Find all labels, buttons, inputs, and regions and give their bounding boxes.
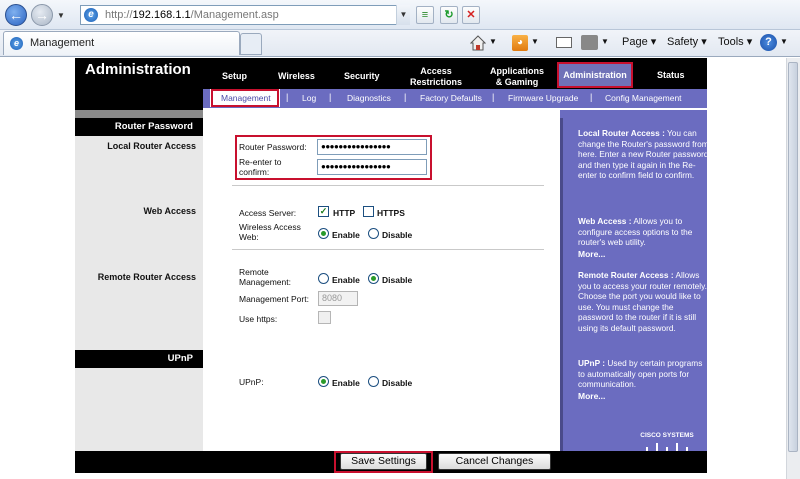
feeds-dropdown[interactable]: ▼	[531, 34, 539, 50]
label-local-router-access: Local Router Access	[107, 141, 196, 151]
forward-button[interactable]: →	[31, 4, 53, 26]
subnav-factory-defaults[interactable]: Factory Defaults	[420, 93, 482, 103]
nav-status[interactable]: Status	[657, 70, 685, 81]
enable-label: Enable	[332, 230, 360, 240]
nav-applications-gaming[interactable]: Applications & Gaming	[486, 66, 548, 88]
subnav-firmware-upgrade[interactable]: Firmware Upgrade	[508, 93, 578, 103]
help-dropdown[interactable]: ▼	[780, 34, 788, 50]
help-upnp: UPnP : Used by certain programs to autom…	[578, 358, 703, 390]
nav-wireless[interactable]: Wireless	[278, 71, 315, 82]
compatibility-icon[interactable]: ≡	[416, 6, 434, 24]
disable-label: Disable	[382, 275, 413, 285]
ie-page-icon: e	[84, 8, 98, 22]
use-https-label: Use https:	[239, 314, 278, 324]
upnp-enable-radio[interactable]	[318, 376, 329, 387]
new-tab-button[interactable]	[240, 33, 262, 55]
left-column	[75, 110, 203, 472]
page-menu[interactable]: Page ▾	[622, 34, 656, 50]
label-web-access: Web Access	[143, 206, 196, 216]
help-panel-cap	[560, 110, 707, 118]
enable-label: Enable	[332, 275, 360, 285]
reenter-password-input[interactable]: ●●●●●●●●●●●●●●●●	[317, 159, 427, 175]
recent-pages-dropdown[interactable]: ▼	[57, 11, 65, 20]
tools-menu[interactable]: Tools ▾	[718, 34, 752, 50]
remote-enable-radio[interactable]	[318, 273, 329, 284]
https-checkbox[interactable]	[363, 206, 374, 217]
subnav-separator: |	[286, 92, 289, 102]
scrollbar-thumb[interactable]	[788, 62, 798, 452]
subnav-separator: |	[590, 92, 593, 102]
section-divider	[232, 249, 544, 250]
back-button[interactable]: ←	[5, 4, 27, 26]
section-upnp: UPnP	[75, 350, 203, 368]
router-password-input[interactable]: ●●●●●●●●●●●●●●●●	[317, 139, 427, 155]
management-port-input[interactable]: 8080	[318, 291, 358, 306]
upnp-label: UPnP:	[239, 377, 264, 387]
refresh-icon[interactable]: ↻	[440, 6, 458, 24]
mail-icon[interactable]	[556, 37, 572, 48]
home-icon[interactable]	[470, 35, 486, 51]
wireless-web-enable-radio[interactable]	[318, 228, 329, 239]
address-host: 192.168.1.1	[132, 9, 191, 21]
left-column-cap	[75, 110, 203, 118]
help-remote-router-access: Remote Router Access : Allows you to acc…	[578, 270, 707, 333]
subnav-separator: |	[329, 92, 332, 102]
address-bar[interactable]: http://192.168.1.1/Management.asp	[80, 5, 410, 25]
nav-setup[interactable]: Setup	[222, 71, 247, 82]
subnav-management-highlight	[211, 89, 279, 107]
address-path: /Management.asp	[190, 9, 279, 21]
use-https-checkbox[interactable]	[318, 311, 331, 324]
cancel-changes-button[interactable]: Cancel Changes	[438, 453, 551, 470]
subnav-config-management[interactable]: Config Management	[605, 93, 682, 103]
help-icon[interactable]: ?	[760, 34, 777, 51]
management-port-label: Management Port:	[239, 294, 309, 304]
help-more-link-2[interactable]: More...	[578, 391, 605, 401]
page-bottom	[75, 473, 707, 479]
browser-tab[interactable]: Management	[3, 31, 240, 55]
stop-icon[interactable]: ✕	[462, 6, 480, 24]
feeds-icon[interactable]: ◕	[512, 35, 528, 51]
nav-access-restrictions[interactable]: Access Restrictions	[406, 66, 466, 88]
help-more-link-1[interactable]: More...	[578, 249, 605, 259]
arrow-left-icon: ←	[9, 7, 23, 23]
bottom-bar-right	[559, 451, 707, 473]
subnav-diagnostics[interactable]: Diagnostics	[347, 93, 391, 103]
remote-disable-radio[interactable]	[368, 273, 379, 284]
address-dropdown-button[interactable]: ▼	[396, 5, 410, 25]
subnav-separator: |	[404, 92, 407, 102]
nav-admin-highlight	[557, 62, 633, 88]
address-prefix: http://	[105, 9, 133, 21]
print-dropdown[interactable]: ▼	[601, 34, 609, 50]
enable-label: Enable	[332, 378, 360, 388]
save-button-highlight	[334, 451, 433, 473]
home-dropdown[interactable]: ▼	[489, 34, 497, 50]
section-divider	[232, 185, 544, 186]
section-router-password: Router Password	[75, 118, 203, 136]
page-title: Administration	[85, 61, 191, 78]
label-remote-router-access: Remote Router Access	[97, 272, 196, 282]
subnav-log[interactable]: Log	[302, 93, 316, 103]
safety-menu[interactable]: Safety ▾	[667, 34, 707, 50]
subnav-separator: |	[492, 92, 495, 102]
http-checkbox[interactable]: ✓	[318, 206, 329, 217]
ie-tab-icon: e	[10, 37, 23, 50]
reenter-password-label: Re-enter to confirm:	[239, 157, 282, 177]
access-server-label: Access Server:	[239, 208, 297, 218]
help-local-router-access: Local Router Access : You can change the…	[578, 128, 709, 181]
nav-security[interactable]: Security	[344, 71, 380, 82]
disable-label: Disable	[382, 378, 413, 388]
remote-management-label: Remote Management:	[239, 267, 291, 287]
disable-label: Disable	[382, 230, 413, 240]
tab-title: Management	[30, 37, 95, 49]
arrow-right-icon: →	[35, 7, 49, 23]
print-icon[interactable]	[581, 35, 598, 50]
router-password-label: Router Password:	[239, 142, 307, 152]
http-label: HTTP	[333, 208, 356, 218]
help-web-access: Web Access : Allows you to configure acc…	[578, 216, 693, 248]
wireless-web-disable-radio[interactable]	[368, 228, 379, 239]
https-label: HTTPS	[377, 208, 405, 218]
wireless-access-web-label: Wireless Access Web:	[239, 222, 301, 242]
upnp-disable-radio[interactable]	[368, 376, 379, 387]
